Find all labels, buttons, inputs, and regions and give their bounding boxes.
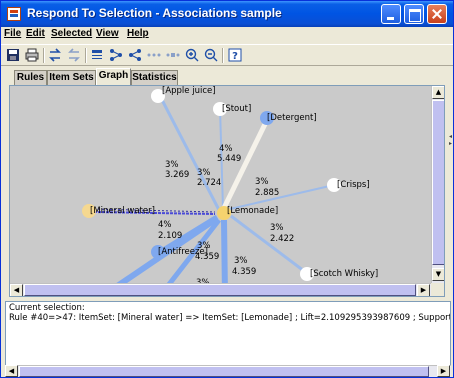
scroll-thumb[interactable] [432,100,444,265]
graph-vertical-scrollbar[interactable]: ▲ ▼ [431,86,444,283]
connect-2-icon[interactable] [165,48,181,63]
scroll-thumb[interactable] [19,366,429,377]
node-label: [Detergent] [267,113,317,123]
layout-3-icon[interactable] [127,48,143,63]
graph-canvas[interactable]: [Apple juice] [Stout] [Detergent] [Crisp… [10,86,431,283]
tab-rules[interactable]: Rules [14,70,47,85]
node-label: [Scotch Whisky] [310,269,378,279]
maximize-button[interactable] [404,4,424,24]
zoom-out-icon[interactable] [203,48,219,63]
print-icon[interactable] [24,48,40,63]
swap-arrows-disabled-icon[interactable] [66,48,82,63]
app-icon [7,7,21,21]
scroll-thumb[interactable] [24,284,416,296]
edge-lift-label: 2.422 [270,234,294,244]
graph-edge[interactable] [221,219,228,283]
edge-lift-label: 4.359 [232,267,256,277]
layout-icon[interactable] [89,48,105,63]
title-bar[interactable]: Respond To Selection - Associations samp… [1,1,453,27]
tab-item-sets[interactable]: Item Sets [47,70,96,85]
window-title: Respond To Selection - Associations samp… [27,6,282,20]
edge-support-label: 3% [197,168,211,178]
node-label: [Crisps] [337,180,370,190]
menu-view[interactable]: View [96,28,119,39]
node-label: [Stout] [222,104,251,114]
selection-rule-text[interactable]: Rule #40=>47: ItemSet: [Mineral water] =… [9,313,450,323]
scroll-down-icon[interactable]: ▼ [432,268,444,281]
edge-support-label: 4% [219,144,233,154]
menu-bar: File Edit Selected View Help [1,27,453,43]
edge-lift-label: 5.449 [217,154,241,164]
selection-horizontal-scrollbar[interactable]: ◀ ▶ [5,365,451,377]
menu-file[interactable]: File [4,28,21,39]
menu-help[interactable]: Help [127,28,149,39]
edge-lift-label: 2.724 [197,178,221,188]
scroll-right-icon[interactable]: ▶ [417,284,430,296]
selection-panel: Current selection: Rule #40=>47: ItemSet… [5,301,451,367]
toolbar: ? [1,44,453,66]
scroll-corner [431,283,444,296]
minimize-button[interactable] [381,4,401,24]
edge-lift-label: 3.269 [165,170,189,180]
edge-support-label: 3% [255,177,269,187]
help-icon[interactable]: ? [227,48,243,63]
menu-edit[interactable]: Edit [26,28,45,39]
edge-support-label: 3% [165,160,179,170]
edge-lift-label: 4.359 [195,252,219,262]
tab-statistics[interactable]: Statistics [131,70,178,85]
zoom-in-icon[interactable] [184,48,200,63]
node-label: [Apple juice] [162,86,216,96]
edge-support-label: 3% [197,241,211,251]
panel-resize-arrows-icon[interactable]: ◂ ▸ [449,133,453,151]
tab-graph[interactable]: Graph [96,68,131,85]
association-graph[interactable]: [Apple juice] [Stout] [Detergent] [Crisp… [10,86,431,283]
scroll-up-icon[interactable]: ▲ [432,86,444,99]
save-icon[interactable] [5,48,21,63]
toolbar-separator [85,48,86,63]
graph-panel: [Apple juice] [Stout] [Detergent] [Crisp… [9,85,445,297]
app-window: Respond To Selection - Associations samp… [0,0,454,378]
edge-lift-label: 2.109 [158,231,182,241]
close-button[interactable] [427,4,447,24]
tab-bar: Rules Item Sets Graph Statistics ◂ ▸ [1,67,453,147]
selection-title: Current selection: [9,303,85,313]
scroll-left-icon[interactable]: ◀ [5,365,18,377]
node-label: [Lemonade] [227,206,278,216]
edge-support-label: 3% [270,223,284,233]
swap-arrows-icon[interactable] [47,48,63,63]
scroll-left-icon[interactable]: ◀ [10,284,23,296]
layout-2-icon[interactable] [108,48,124,63]
scroll-right-icon[interactable]: ▶ [437,365,450,377]
edge-lift-label: 2.885 [255,188,279,198]
edge-support-label: 3% [234,256,248,266]
node-label: [Mineral water] [90,206,155,216]
connect-icon[interactable] [146,48,162,63]
menu-selected[interactable]: Selected [51,28,92,39]
edge-support-label: 4% [158,220,172,230]
svg-text:?: ? [232,51,238,62]
graph-edge[interactable] [158,95,221,211]
graph-horizontal-scrollbar[interactable]: ◀ ▶ [10,283,431,296]
toolbar-separator [222,48,223,63]
toolbar-separator [43,48,44,63]
